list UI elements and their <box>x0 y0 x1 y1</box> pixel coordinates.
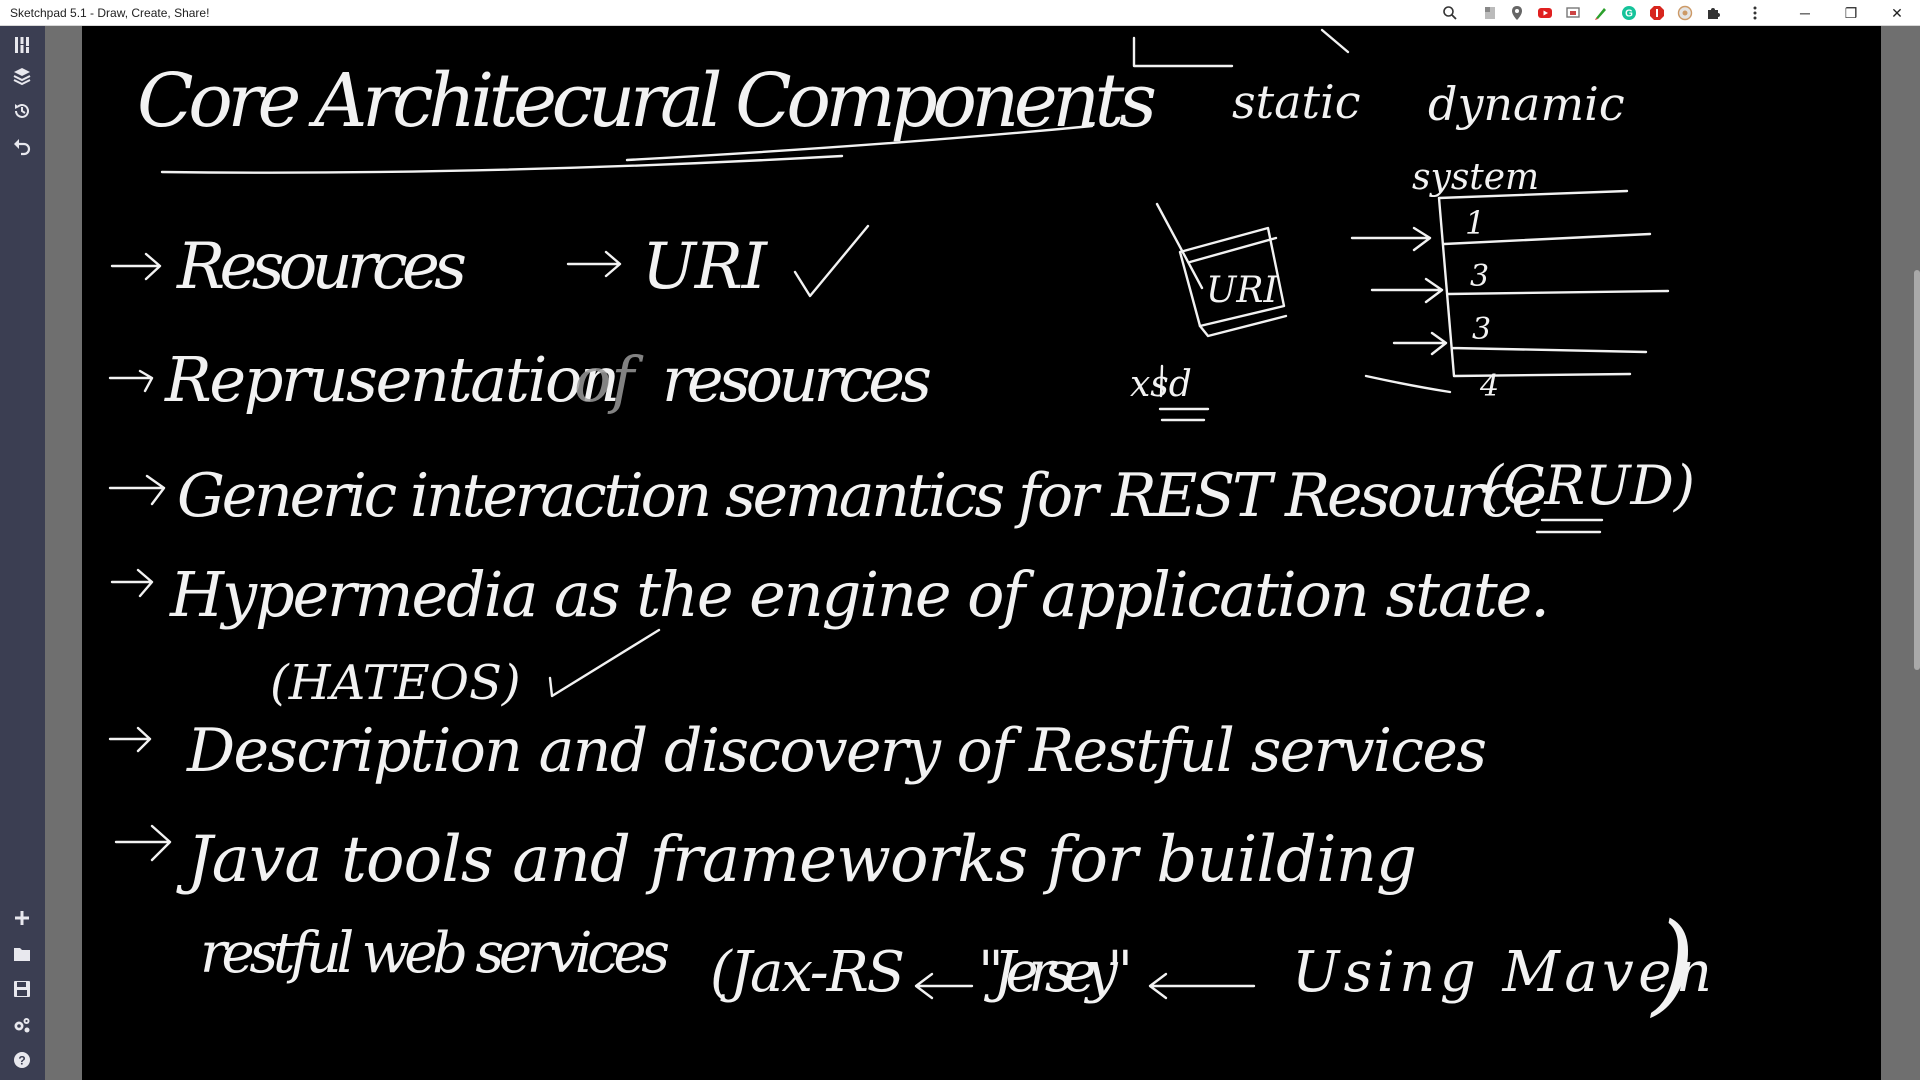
arrow-1b <box>566 250 622 278</box>
line4-hypermedia: Hypermedia as the engine of application … <box>169 558 1550 631</box>
svg-text:?: ? <box>18 1054 25 1068</box>
arrow-1 <box>110 252 162 281</box>
screen-icon[interactable] <box>1564 4 1582 22</box>
restore-button[interactable]: ❐ <box>1828 0 1874 26</box>
puzzle-icon[interactable] <box>1704 4 1722 22</box>
handwritten-notes: Core Architecural Components Resources U… <box>108 28 1712 1027</box>
pen-icon[interactable] <box>1592 4 1610 22</box>
location-icon[interactable] <box>1508 4 1526 22</box>
brush-icon[interactable] <box>10 33 34 57</box>
canvas-gutter-left <box>45 26 82 1080</box>
diagram-system: system <box>1412 157 1539 198</box>
table-arrow-2 <box>1370 277 1444 304</box>
grammarly-icon[interactable]: G <box>1620 4 1638 22</box>
line2-representation: Reprusentation <box>164 343 620 416</box>
extension-icon[interactable] <box>1676 4 1694 22</box>
line2-resources: resources <box>662 343 932 416</box>
line6-maven: Using Maven <box>1292 940 1712 1005</box>
minimize-button[interactable]: ─ <box>1782 0 1828 26</box>
title-bar: Sketchpad 5.1 - Draw, Create, Share! G ─… <box>0 0 1920 26</box>
diagram-dynamic: dynamic <box>1428 77 1625 131</box>
arrow-left-2 <box>1148 972 1256 1000</box>
row-2: 3 <box>1470 259 1489 294</box>
zoom-icon[interactable] <box>1441 4 1459 22</box>
uri-box-base <box>1198 314 1288 338</box>
arrow-4 <box>110 568 154 598</box>
arrow-2 <box>108 369 154 393</box>
scrollbar-thumb[interactable] <box>1914 270 1920 670</box>
close-button[interactable]: ✕ <box>1874 0 1920 26</box>
uri-box-line <box>1188 236 1278 264</box>
row-4: 4 <box>1479 369 1499 404</box>
row-1: 1 <box>1465 204 1485 242</box>
arrow-3 <box>108 474 166 506</box>
table-arrow-3 <box>1392 331 1448 356</box>
layers-icon[interactable] <box>10 64 34 88</box>
settings-icon[interactable] <box>10 1013 34 1037</box>
adblock-icon[interactable] <box>1648 4 1666 22</box>
row-3: 3 <box>1472 312 1491 347</box>
svg-text:G: G <box>1625 9 1633 20</box>
cylinder-pointer <box>1155 202 1204 290</box>
notes-title: Core Architecural Components <box>137 58 1157 144</box>
line6-jaxrs: (Jax-RS <box>710 940 905 1005</box>
line6-java-tools: Java tools and frameworks for building <box>176 823 1417 897</box>
dynamic-branch <box>1320 28 1350 54</box>
line6-jersey: "Jersey" <box>978 940 1133 1005</box>
help-icon[interactable]: ? <box>10 1048 34 1072</box>
arrow-6 <box>114 824 172 862</box>
diagram-uri: URI <box>1206 270 1278 311</box>
line3-generic: Generic interaction semantics for REST R… <box>177 461 1547 531</box>
drawing-canvas[interactable]: Core Architecural Components Resources U… <box>82 26 1881 1080</box>
line2-of: of <box>574 343 644 416</box>
table-arrow-1 <box>1350 226 1432 252</box>
add-icon[interactable] <box>10 906 34 930</box>
checkmark-2 <box>548 628 661 698</box>
history-icon[interactable] <box>10 99 34 123</box>
more-icon[interactable] <box>1746 4 1764 22</box>
undo-icon[interactable] <box>10 134 34 158</box>
extension-icon[interactable] <box>1481 4 1499 22</box>
youtube-icon[interactable] <box>1536 4 1554 22</box>
left-toolbar: ? <box>0 26 45 1080</box>
table-arrow-4 <box>1364 374 1452 394</box>
diagram-static: static <box>1232 75 1360 129</box>
checkmark-1 <box>793 224 870 298</box>
line4-hateos: (HATEOS) <box>270 655 521 711</box>
line5-description: Description and discovery of Restful ser… <box>186 716 1487 786</box>
folder-icon[interactable] <box>10 942 34 966</box>
arrow-5 <box>108 726 152 753</box>
line6-close-paren: ) <box>1650 899 1695 1027</box>
arrow-left-1 <box>914 972 974 1000</box>
line1-resources: Resources <box>176 230 467 304</box>
window-title: Sketchpad 5.1 - Draw, Create, Share! <box>10 6 210 20</box>
save-icon[interactable] <box>10 977 34 1001</box>
title-underline <box>160 154 844 174</box>
line3-crud: (CRUD) <box>1482 454 1695 517</box>
line1-uri: URI <box>642 230 769 304</box>
line6-restful: restful web services <box>200 921 670 986</box>
